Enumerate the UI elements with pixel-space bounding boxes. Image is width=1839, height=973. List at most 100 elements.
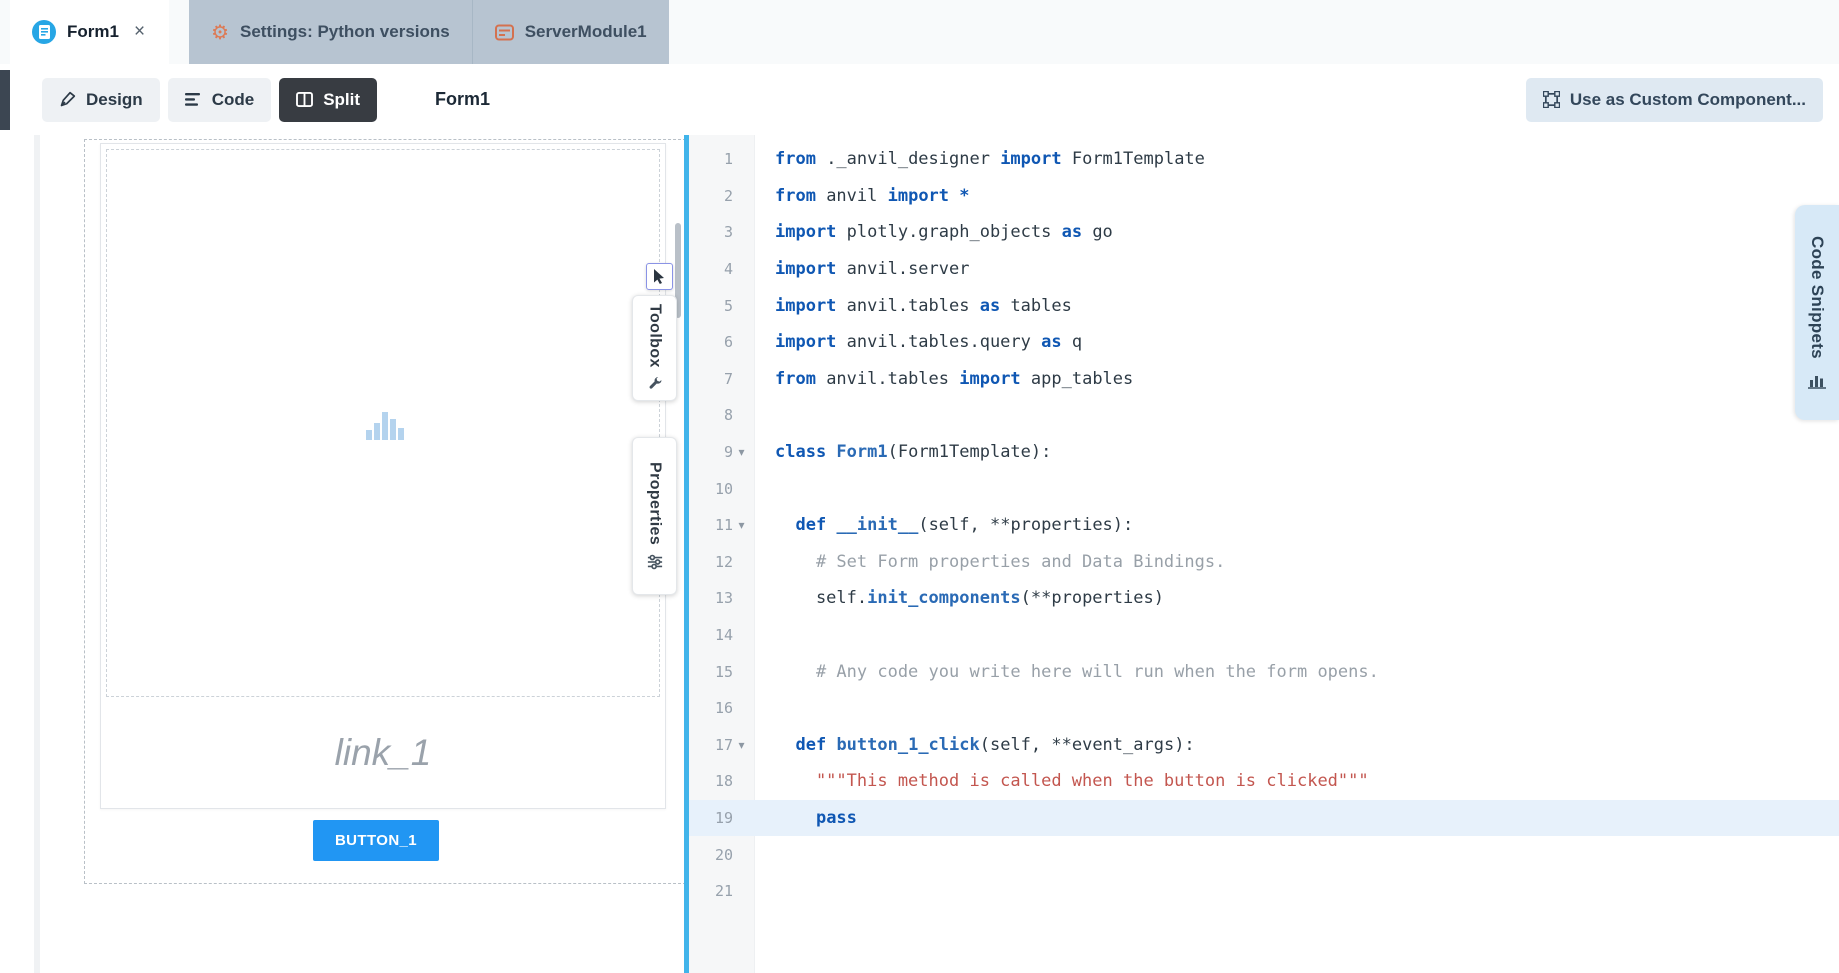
server-icon	[495, 24, 514, 41]
tab-form1[interactable]: Form1 ×	[10, 0, 169, 64]
tab-servermodule1[interactable]: ServerModule1	[472, 0, 669, 64]
code-lines: 1 from ._anvil_designer import Form1Templ…	[689, 141, 1839, 909]
code-text[interactable]: import plotly.graph_objects as go	[755, 222, 1113, 242]
line-number: 1	[707, 150, 733, 168]
code-line[interactable]: 1 from ._anvil_designer import Form1Templ…	[689, 141, 1839, 178]
gutter-cell[interactable]: 7	[689, 370, 755, 388]
code-line[interactable]: 8	[689, 397, 1839, 434]
gutter-cell[interactable]: 10	[689, 480, 755, 498]
use-as-custom-component-button[interactable]: Use as Custom Component...	[1526, 78, 1823, 122]
code-line[interactable]: 7from anvil.tables import app_tables	[689, 361, 1839, 398]
toolbox-tab[interactable]: Toolbox	[632, 295, 677, 401]
tab-settings-python-versions[interactable]: ⚙ Settings: Python versions	[189, 0, 472, 64]
gutter-cell[interactable]: 2	[689, 187, 755, 205]
code-line[interactable]: 5import anvil.tables as tables	[689, 287, 1839, 324]
line-number: 20	[707, 846, 733, 864]
gutter-cell[interactable]: 20	[689, 846, 755, 864]
fold-arrow-icon[interactable]: ▾	[733, 518, 750, 532]
gutter-cell[interactable]: 13	[689, 589, 755, 607]
code-line[interactable]: 20	[689, 836, 1839, 873]
code-text[interactable]: # Set Form properties and Data Bindings.	[755, 552, 1225, 572]
split-button-label: Split	[323, 90, 360, 110]
select-tool-button[interactable]	[646, 263, 673, 290]
properties-tab-label: Properties	[646, 462, 664, 545]
code-text[interactable]: import anvil.tables.query as q	[755, 332, 1082, 352]
code-line[interactable]: 4import anvil.server	[689, 251, 1839, 288]
code-text[interactable]: from ._anvil_designer import Form1Templa…	[755, 149, 1205, 169]
code-text[interactable]: def __init__(self, **properties):	[755, 515, 1133, 535]
code-text[interactable]: from anvil.tables import app_tables	[755, 369, 1133, 389]
gutter-cell[interactable]: 16	[689, 699, 755, 717]
code-line[interactable]: 3import plotly.graph_objects as go	[689, 214, 1839, 251]
plot-component[interactable]	[106, 149, 660, 697]
code-line[interactable]: 9▾class Form1(Form1Template):	[689, 434, 1839, 471]
gutter-cell[interactable]: 14	[689, 626, 755, 644]
split-panes-icon	[296, 92, 313, 107]
code-line[interactable]: 19 pass	[689, 800, 1839, 837]
gutter-cell[interactable]: 8	[689, 406, 755, 424]
code-line[interactable]: 10	[689, 470, 1839, 507]
code-text[interactable]: import anvil.tables as tables	[755, 296, 1072, 316]
code-text[interactable]: class Form1(Form1Template):	[755, 442, 1051, 462]
toolbox-tab-label: Toolbox	[646, 304, 664, 368]
code-line[interactable]: 13 self.init_components(**properties)	[689, 580, 1839, 617]
gutter-cell[interactable]: 21	[689, 882, 755, 900]
code-line[interactable]: 17▾ def button_1_click(self, **event_arg…	[689, 727, 1839, 764]
gutter-cell[interactable]: 19	[689, 809, 755, 827]
anvil-ide: Form1 × ⚙ Settings: Python versions Serv…	[0, 0, 1839, 973]
code-text[interactable]: from anvil import *	[755, 186, 970, 206]
gutter-cell[interactable]: 1	[689, 150, 755, 168]
gutter-cell[interactable]: 17▾	[689, 736, 755, 754]
code-line[interactable]: 6import anvil.tables.query as q	[689, 324, 1839, 361]
properties-tab[interactable]: Properties	[632, 437, 677, 595]
sliders-icon	[647, 554, 663, 570]
code-snippets-tab[interactable]: Code Snippets	[1795, 205, 1839, 420]
code-line[interactable]: 18 """This method is called when the but…	[689, 763, 1839, 800]
tab-label: Settings: Python versions	[240, 22, 450, 42]
close-icon[interactable]: ×	[132, 21, 147, 43]
gutter-cell[interactable]: 18	[689, 772, 755, 790]
line-number: 2	[707, 187, 733, 205]
form-designer-canvas[interactable]: link_1 BUTTON_1 Toolbox Properties	[0, 135, 684, 973]
form-surface[interactable]: link_1	[100, 143, 666, 809]
code-button[interactable]: Code	[168, 78, 272, 122]
code-line[interactable]: 11▾ def __init__(self, **properties):	[689, 507, 1839, 544]
code-text[interactable]: """This method is called when the button…	[755, 771, 1369, 791]
gutter-cell[interactable]: 5	[689, 297, 755, 315]
fold-arrow-icon[interactable]: ▾	[733, 445, 750, 459]
gutter-cell[interactable]: 15	[689, 663, 755, 681]
fold-arrow-icon[interactable]: ▾	[733, 738, 750, 752]
line-number: 15	[707, 663, 733, 681]
code-text[interactable]: pass	[755, 808, 857, 828]
tab-label: ServerModule1	[525, 22, 647, 42]
gutter-cell[interactable]: 12	[689, 553, 755, 571]
gear-icon: ⚙	[211, 22, 229, 42]
code-line[interactable]: 12 # Set Form properties and Data Bindin…	[689, 544, 1839, 581]
code-editor[interactable]: 1 from ._anvil_designer import Form1Templ…	[689, 135, 1839, 973]
line-number: 13	[707, 589, 733, 607]
collapsed-sidebar-handle[interactable]	[0, 70, 10, 130]
gutter-cell[interactable]: 9▾	[689, 443, 755, 461]
design-pen-icon	[59, 91, 76, 108]
link-component[interactable]: link_1	[101, 698, 665, 808]
code-text[interactable]: import anvil.server	[755, 259, 969, 279]
line-number: 21	[707, 882, 733, 900]
view-toolbar: Design Code Split Form1 Use as Custom Co…	[0, 64, 1839, 135]
gutter-cell[interactable]: 4	[689, 260, 755, 278]
gutter-cell[interactable]: 3	[689, 223, 755, 241]
tab-bar: Form1 × ⚙ Settings: Python versions Serv…	[0, 0, 1839, 64]
gutter-cell[interactable]: 11▾	[689, 516, 755, 534]
split-button[interactable]: Split	[279, 78, 377, 122]
code-line[interactable]: 16	[689, 690, 1839, 727]
gutter-cell[interactable]: 6	[689, 333, 755, 351]
code-line[interactable]: 21	[689, 873, 1839, 910]
code-line[interactable]: 15 # Any code you write here will run wh…	[689, 653, 1839, 690]
line-number: 16	[707, 699, 733, 717]
code-text[interactable]: def button_1_click(self, **event_args):	[755, 735, 1195, 755]
code-line[interactable]: 14	[689, 617, 1839, 654]
design-button[interactable]: Design	[42, 78, 160, 122]
code-text[interactable]: # Any code you write here will run when …	[755, 662, 1379, 682]
code-line[interactable]: 2 from anvil import *	[689, 178, 1839, 215]
code-text[interactable]: self.init_components(**properties)	[755, 588, 1164, 608]
button-component[interactable]: BUTTON_1	[313, 820, 439, 861]
